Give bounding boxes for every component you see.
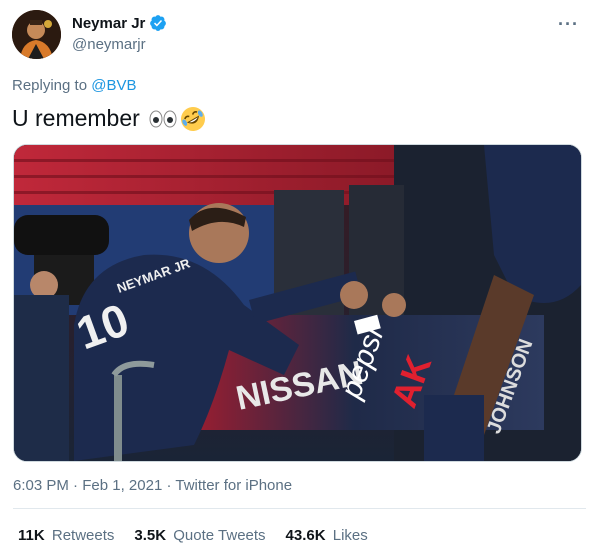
match-photo: NISSAN pepsi AK JOHNSON 10 NEYMAR JR [14, 145, 581, 461]
tweet-media-photo[interactable]: NISSAN pepsi AK JOHNSON 10 NEYMAR JR [13, 144, 582, 462]
quote-tweets-stat[interactable]: 3.5K Quote Tweets [134, 527, 265, 544]
tweet-meta: 6:03 PM · Feb 1, 2021 · Twitter for iPho… [13, 477, 292, 494]
quote-tweets-label: Quote Tweets [173, 527, 266, 544]
author-name-row[interactable]: Neymar Jr [72, 14, 167, 32]
tweet-date[interactable]: Feb 1, 2021 [82, 477, 162, 494]
tweet-text: U remember [12, 105, 206, 132]
avatar-image [12, 10, 61, 59]
retweets-stat[interactable]: 11K Retweets [18, 527, 114, 544]
tweet-text-body: U remember [12, 105, 140, 131]
tweet-card: Neymar Jr @neymarjr ··· Replying to @BVB… [0, 0, 599, 556]
more-options-icon[interactable]: ··· [558, 14, 579, 35]
tweet-stats: 11K Retweets 3.5K Quote Tweets 43.6K Lik… [18, 527, 368, 544]
meta-separator: · [166, 477, 172, 494]
replying-to-label: Replying to [12, 77, 88, 94]
retweets-count: 11K [18, 527, 45, 544]
rolling-on-floor-laughing-emoji [180, 106, 205, 131]
likes-count: 43.6K [285, 527, 326, 544]
eyes-emoji [149, 110, 177, 127]
meta-separator: · [73, 477, 79, 494]
reply-mention-link[interactable]: @BVB [91, 77, 136, 94]
tweet-emojis [148, 106, 206, 132]
verified-badge-icon [150, 15, 167, 31]
divider [13, 508, 586, 509]
avatar[interactable] [12, 10, 61, 59]
likes-label: Likes [332, 527, 368, 544]
retweets-label: Retweets [51, 527, 115, 544]
likes-stat[interactable]: 43.6K Likes [286, 527, 368, 544]
replying-to: Replying to @BVB [12, 77, 136, 94]
tweet-source[interactable]: Twitter for iPhone [175, 477, 292, 494]
author-display-name[interactable]: Neymar Jr [72, 15, 145, 32]
tweet-time[interactable]: 6:03 PM [13, 477, 69, 494]
author-handle[interactable]: @neymarjr [72, 36, 146, 53]
quote-tweets-count: 3.5K [134, 527, 167, 544]
